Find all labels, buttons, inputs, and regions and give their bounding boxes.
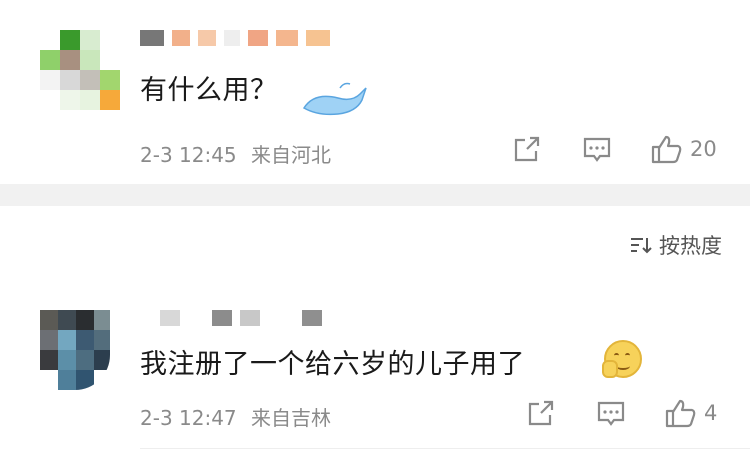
comment-text: 我注册了一个给六岁的儿子用了 xyxy=(140,349,525,380)
whale-decoration-icon xyxy=(302,82,367,116)
like-button[interactable]: 4 xyxy=(664,398,717,428)
comment-location: 来自吉林 xyxy=(251,406,332,430)
like-count: 20 xyxy=(690,137,717,161)
comment-button[interactable] xyxy=(582,136,612,164)
thumbs-up-icon xyxy=(665,399,696,428)
avatar[interactable] xyxy=(40,30,120,110)
comment-button[interactable] xyxy=(596,400,626,428)
username-redacted[interactable] xyxy=(140,30,330,46)
sort-label: 按热度 xyxy=(659,234,722,258)
divider xyxy=(140,448,750,449)
share-icon xyxy=(514,136,540,162)
section-separator xyxy=(0,184,750,206)
comment-text: 有什么用？ xyxy=(140,75,278,106)
username-redacted[interactable] xyxy=(160,310,322,326)
sort-icon xyxy=(631,238,652,254)
share-button[interactable] xyxy=(526,400,556,428)
like-count: 4 xyxy=(704,401,718,425)
share-button[interactable] xyxy=(512,136,542,164)
comment-meta: 2-3 12:45 来自河北 xyxy=(140,139,331,168)
thinking-emoji-icon xyxy=(602,340,642,378)
comment-icon xyxy=(583,137,611,162)
comment-location: 来自河北 xyxy=(251,143,332,167)
like-button[interactable]: 20 xyxy=(650,134,717,164)
comment-meta: 2-3 12:47 来自吉林 xyxy=(140,402,331,431)
thumbs-up-icon xyxy=(651,135,682,164)
share-icon xyxy=(528,400,554,426)
sort-toggle[interactable]: 按热度 xyxy=(629,230,722,260)
comment-icon xyxy=(597,401,625,426)
comment-time: 2-3 12:47 xyxy=(140,406,237,430)
comment-time: 2-3 12:45 xyxy=(140,143,237,167)
avatar[interactable] xyxy=(40,310,110,390)
